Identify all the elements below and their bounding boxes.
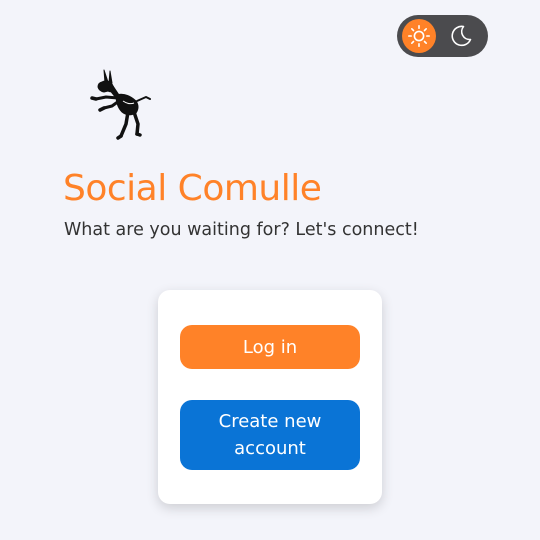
tagline: What are you waiting for? Let's connect!	[64, 220, 419, 240]
light-mode-option[interactable]	[402, 19, 436, 53]
login-button[interactable]: Log in	[180, 325, 360, 369]
app-logo	[82, 68, 154, 140]
sun-icon	[407, 24, 431, 48]
auth-card: Log in Create new account	[158, 290, 382, 504]
dark-mode-option[interactable]	[448, 23, 474, 49]
moon-icon	[451, 25, 472, 47]
app-title: Social Comulle	[63, 168, 322, 209]
create-account-button[interactable]: Create new account	[180, 400, 360, 470]
theme-toggle[interactable]	[397, 15, 488, 57]
kicking-donkey-logo	[90, 69, 151, 140]
